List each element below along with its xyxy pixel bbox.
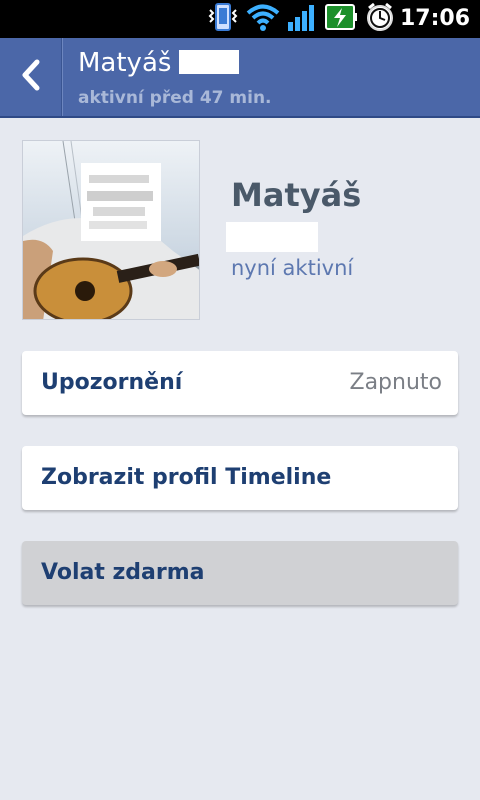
title-divider	[61, 38, 62, 116]
back-button[interactable]	[0, 38, 62, 116]
status-bar: 17:06	[0, 0, 480, 38]
view-timeline-label: Zobrazit profil Timeline	[41, 465, 332, 490]
signal-icon	[286, 2, 318, 36]
profile-photo-image	[23, 141, 199, 319]
notifications-label: Upozornění	[41, 370, 183, 395]
redacted-profile-surname	[226, 222, 318, 252]
status-time: 17:06	[399, 6, 470, 31]
profile-status: nyní aktivní	[231, 256, 354, 280]
header-first-name: Matyáš	[78, 48, 172, 78]
status-icons	[206, 2, 396, 36]
free-call-label: Volat zdarma	[41, 560, 205, 585]
notifications-value: Zapnuto	[349, 370, 443, 395]
header-status: aktivní před 47 min.	[78, 88, 272, 108]
vibrate-icon	[206, 2, 240, 36]
title-bar: Matyáš aktivní před 47 min.	[0, 38, 480, 118]
header-name: Matyáš	[78, 48, 240, 78]
profile-name: Matyáš	[231, 176, 362, 214]
view-timeline-profile-button[interactable]: Zobrazit profil Timeline	[22, 446, 458, 510]
redacted-surname	[179, 49, 240, 74]
chevron-left-icon	[20, 59, 42, 95]
profile-photo[interactable]	[22, 140, 200, 320]
wifi-icon	[246, 2, 280, 36]
free-call-button[interactable]: Volat zdarma	[22, 541, 458, 605]
notifications-row[interactable]: Upozornění Zapnuto	[22, 351, 458, 415]
alarm-icon	[364, 2, 396, 36]
battery-charging-icon	[324, 2, 358, 36]
